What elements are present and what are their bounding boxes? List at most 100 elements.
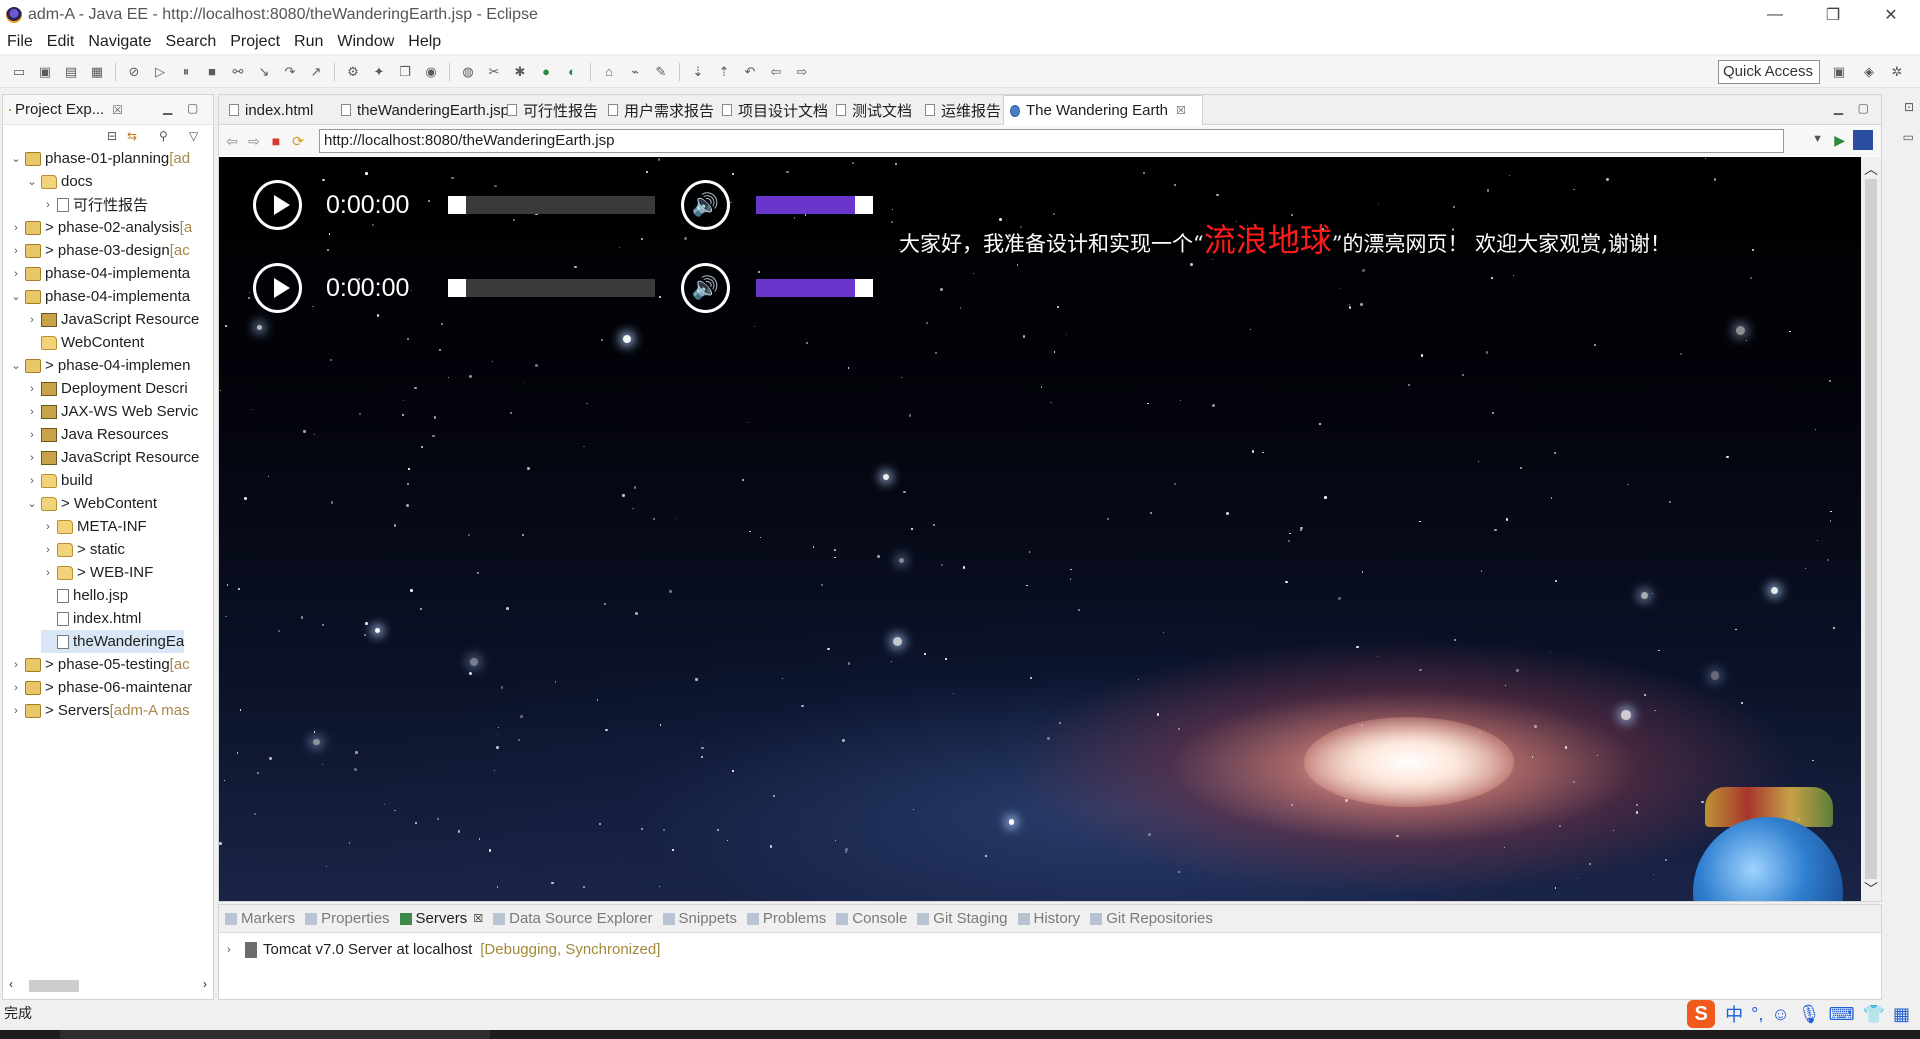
skin-icon[interactable]: 👕	[1863, 1004, 1885, 1025]
editor-tab[interactable]: The Wandering Earth ☒	[1003, 95, 1203, 125]
menu-project[interactable]: Project	[230, 33, 280, 51]
save-icon[interactable]: ▣	[35, 62, 55, 82]
quick-access-input[interactable]: Quick Access	[1718, 60, 1820, 84]
tree-item[interactable]: › > static	[41, 538, 125, 561]
bottom-tab[interactable]: Console	[836, 910, 907, 927]
maximize-view-icon[interactable]: ▢	[187, 101, 198, 115]
step-return-icon[interactable]: ↗	[306, 62, 326, 82]
tree-item[interactable]: hello.jsp	[41, 584, 128, 607]
new-web-project-icon[interactable]: ❐	[395, 62, 415, 82]
editor-tab[interactable]: theWanderingEarth.jsp	[335, 95, 509, 125]
volume-icon[interactable]: 🔊	[680, 263, 730, 313]
emoji-icon[interactable]: ☺	[1771, 1004, 1789, 1025]
coverage-icon[interactable]: ◐	[562, 62, 582, 82]
keyboard-icon[interactable]: ⌨	[1829, 1004, 1855, 1025]
scroll-up-icon[interactable]: ︿	[1864, 159, 1878, 179]
collapse-all-icon[interactable]: ⊟	[107, 129, 117, 143]
scroll-right-icon[interactable]: ›	[203, 977, 207, 991]
url-dropdown-icon[interactable]: ▼	[1812, 133, 1823, 145]
expand-icon[interactable]: ›	[25, 429, 39, 441]
volume-icon[interactable]: 🔊	[680, 180, 730, 230]
tree-item[interactable]: › Deployment Descri	[25, 377, 188, 400]
web-page-viewport[interactable]: 0:00:00 🔊 0:00:00 🔊 大家好，我准备设计和实现一个“流浪地球”…	[219, 157, 1861, 901]
open-task-icon[interactable]: ⌁	[625, 62, 645, 82]
tree-item[interactable]: › > phase-02-analysis [a	[9, 216, 192, 239]
tree-item[interactable]: WebContent	[25, 331, 144, 354]
editor-tab[interactable]: 可行性报告	[501, 95, 598, 125]
debug-perspective-icon[interactable]: ✲	[1887, 62, 1907, 82]
editor-tab[interactable]: 测试文档	[830, 95, 912, 125]
expand-icon[interactable]: ›	[41, 521, 55, 533]
tree-item[interactable]: › phase-04-implementa	[9, 262, 190, 285]
tree-item[interactable]: › > phase-06-maintenar	[9, 676, 192, 699]
suspend-icon[interactable]: ⏸	[176, 62, 196, 82]
go-icon[interactable]: ▶	[1834, 132, 1845, 149]
collapse-icon[interactable]: ⌄	[9, 152, 23, 165]
terminal-icon[interactable]: ▦	[87, 62, 107, 82]
close-button[interactable]: ✕	[1862, 0, 1920, 30]
last-edit-icon[interactable]: ↶	[740, 62, 760, 82]
taskbar-active-item[interactable]	[60, 1030, 490, 1039]
forward-icon[interactable]: ⇨	[245, 133, 263, 150]
tree-item[interactable]: › > Servers [adm-A mas	[9, 699, 189, 722]
minimize-button[interactable]: —	[1746, 0, 1804, 30]
step-into-icon[interactable]: ↘	[254, 62, 274, 82]
explorer-hscroll[interactable]: ‹ ›	[7, 977, 209, 995]
expand-icon[interactable]: ›	[9, 682, 23, 694]
debug-icon[interactable]: ✱	[510, 62, 530, 82]
expand-icon[interactable]: ›	[227, 944, 241, 956]
tree-item[interactable]: ⌄ phase-04-implementa	[9, 285, 190, 308]
tree-item[interactable]: ⌄ > WebContent	[25, 492, 157, 515]
punctuation-icon[interactable]: °,	[1751, 1004, 1763, 1025]
collapse-icon[interactable]: ⌄	[9, 290, 23, 303]
new-class-icon[interactable]: ◉	[421, 62, 441, 82]
restore-button[interactable]: ❐	[1804, 0, 1862, 30]
save-all-icon[interactable]: ▤	[61, 62, 81, 82]
menu-edit[interactable]: Edit	[47, 33, 75, 51]
editor-tab[interactable]: 项目设计文档	[716, 95, 828, 125]
java-ee-perspective-icon[interactable]: ◈	[1859, 62, 1879, 82]
bottom-tab[interactable]: Data Source Explorer	[493, 910, 653, 927]
tree-item[interactable]: ⌄ > phase-04-implemen	[9, 354, 190, 377]
expand-icon[interactable]: ›	[9, 659, 23, 671]
tree-item[interactable]: › JavaScript Resource	[25, 446, 199, 469]
menu-search[interactable]: Search	[166, 33, 217, 51]
editor-tab[interactable]: index.html	[223, 95, 313, 125]
next-annotation-icon[interactable]: ⇣	[688, 62, 708, 82]
tree-item[interactable]: index.html	[41, 607, 141, 630]
forward-icon[interactable]: ⇨	[792, 62, 812, 82]
tree-item[interactable]: ⌄ phase-01-planning [ad	[9, 147, 190, 170]
menu-file[interactable]: File	[7, 33, 33, 51]
expand-icon[interactable]: ›	[9, 705, 23, 717]
ime-language[interactable]: 中	[1725, 1001, 1743, 1027]
menu-window[interactable]: Window	[337, 33, 394, 51]
expand-icon[interactable]: ›	[41, 567, 55, 579]
skip-breakpoints-icon[interactable]: ⊘	[124, 62, 144, 82]
resume-icon[interactable]: ▷	[150, 62, 170, 82]
scroll-down-icon[interactable]: ﹀	[1864, 879, 1878, 899]
play-button[interactable]	[253, 180, 302, 230]
menu-help[interactable]: Help	[408, 33, 441, 51]
external-tools-icon[interactable]: ✂	[484, 62, 504, 82]
stop-icon[interactable]: ■	[267, 133, 285, 149]
terminate-icon[interactable]: ■	[202, 62, 222, 82]
seek-knob[interactable]	[447, 196, 466, 214]
expand-icon[interactable]: ›	[9, 222, 23, 234]
tree-item[interactable]: › > phase-03-design [ac	[9, 239, 190, 262]
new-wizard-icon[interactable]: ✦	[369, 62, 389, 82]
expand-icon[interactable]: ›	[25, 475, 39, 487]
filter-icon[interactable]: ⚲	[159, 129, 168, 143]
expand-icon[interactable]: ›	[25, 406, 39, 418]
editor-tab[interactable]: 运维报告	[919, 95, 1001, 125]
tree-item[interactable]: › > phase-05-testing [ac	[9, 653, 190, 676]
menu-run[interactable]: Run	[294, 33, 323, 51]
bottom-tab[interactable]: Problems	[746, 910, 826, 927]
bottom-tab[interactable]: Git Repositories	[1090, 910, 1213, 927]
minimize-view-icon[interactable]: ▁	[163, 101, 172, 115]
scroll-left-icon[interactable]: ‹	[9, 977, 13, 991]
new-server-icon[interactable]: ⚙	[343, 62, 363, 82]
expand-icon[interactable]: ›	[25, 383, 39, 395]
collapse-icon[interactable]: ⌄	[25, 175, 39, 188]
tree-item[interactable]: theWanderingEa	[41, 630, 185, 653]
tree-item[interactable]: › build	[25, 469, 93, 492]
